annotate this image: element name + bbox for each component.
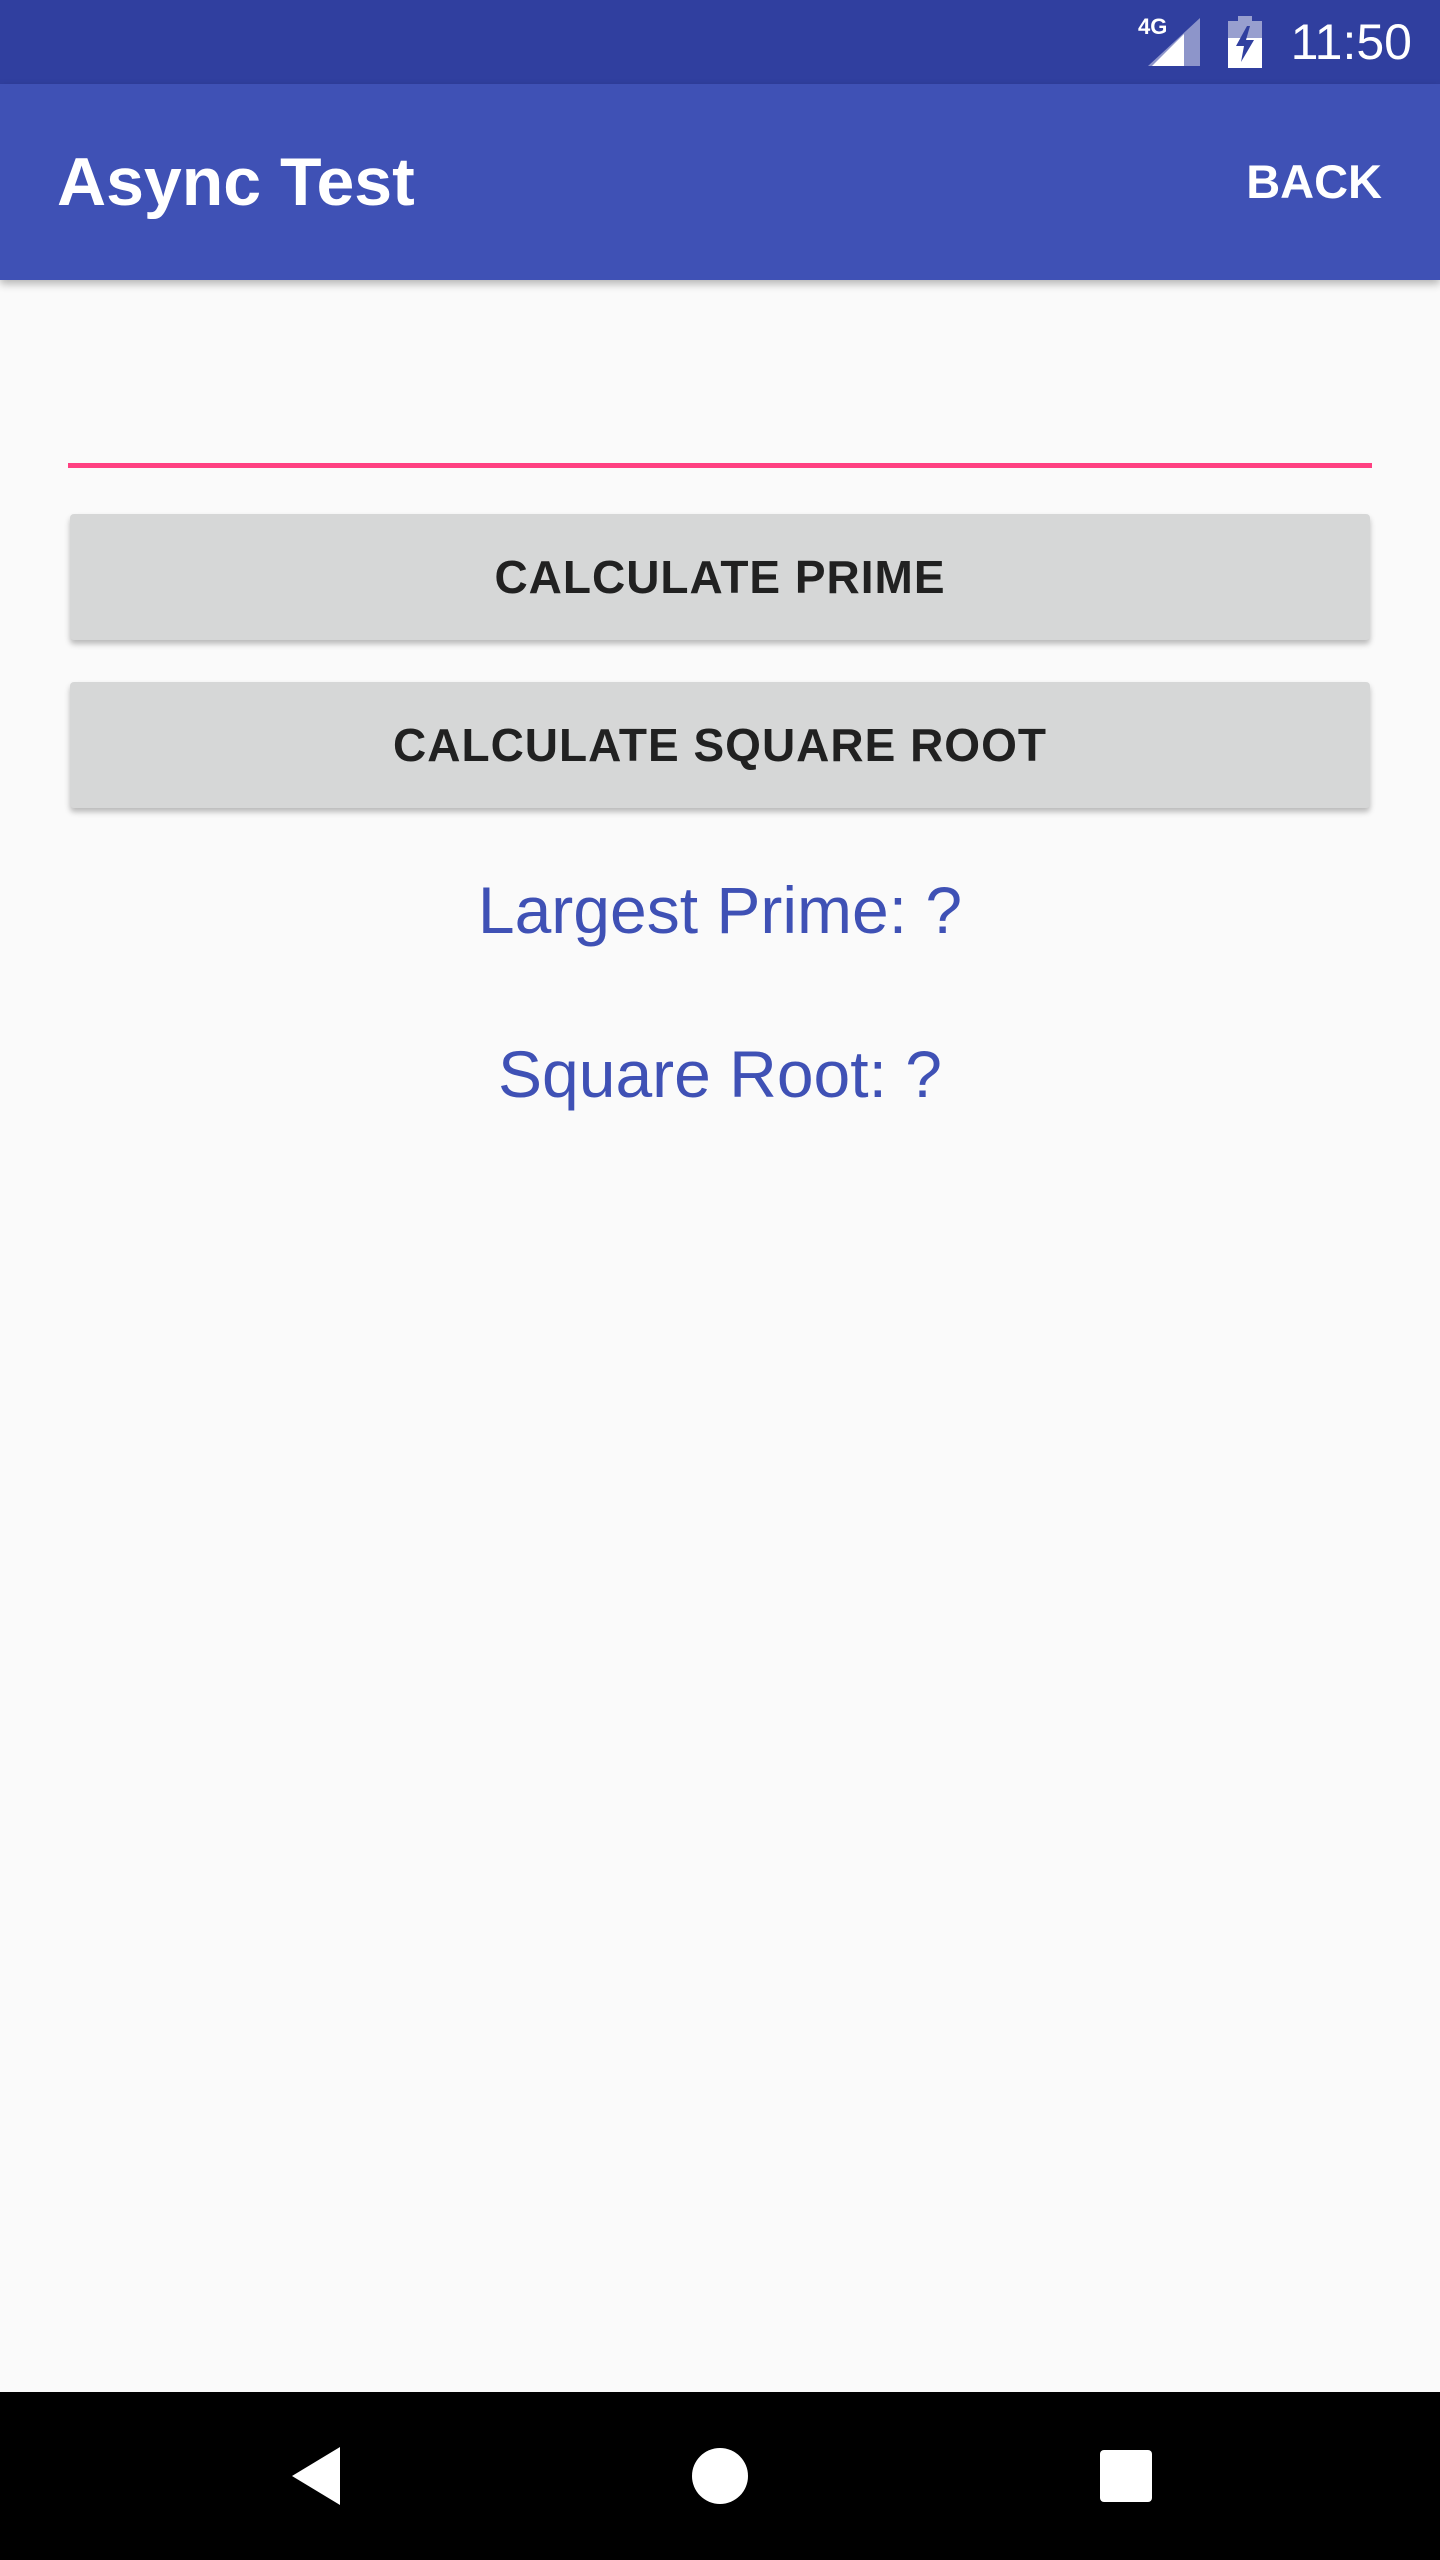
back-icon <box>292 2447 340 2505</box>
nav-back-button[interactable] <box>236 2392 396 2560</box>
home-icon <box>692 2448 748 2504</box>
signal-icon <box>1148 18 1200 66</box>
app-bar: Async Test BACK <box>0 84 1440 280</box>
calculate-square-root-button[interactable]: CALCULATE SQUARE ROOT <box>70 682 1370 808</box>
number-input[interactable] <box>68 380 1372 468</box>
status-time: 11:50 <box>1290 14 1412 70</box>
navigation-bar <box>0 2392 1440 2560</box>
calculate-prime-button[interactable]: CALCULATE PRIME <box>70 514 1370 640</box>
largest-prime-result: Largest Prime: ? <box>477 873 963 947</box>
battery-charging-icon <box>1228 16 1262 68</box>
nav-home-button[interactable] <box>640 2392 800 2560</box>
nav-recents-button[interactable] <box>1046 2392 1206 2560</box>
back-button[interactable]: BACK <box>1228 132 1400 232</box>
recents-icon <box>1100 2450 1152 2502</box>
page-title: Async Test <box>57 144 415 220</box>
square-root-result: Square Root: ? <box>498 1037 942 1111</box>
status-bar: 4G 11:50 <box>0 0 1440 84</box>
